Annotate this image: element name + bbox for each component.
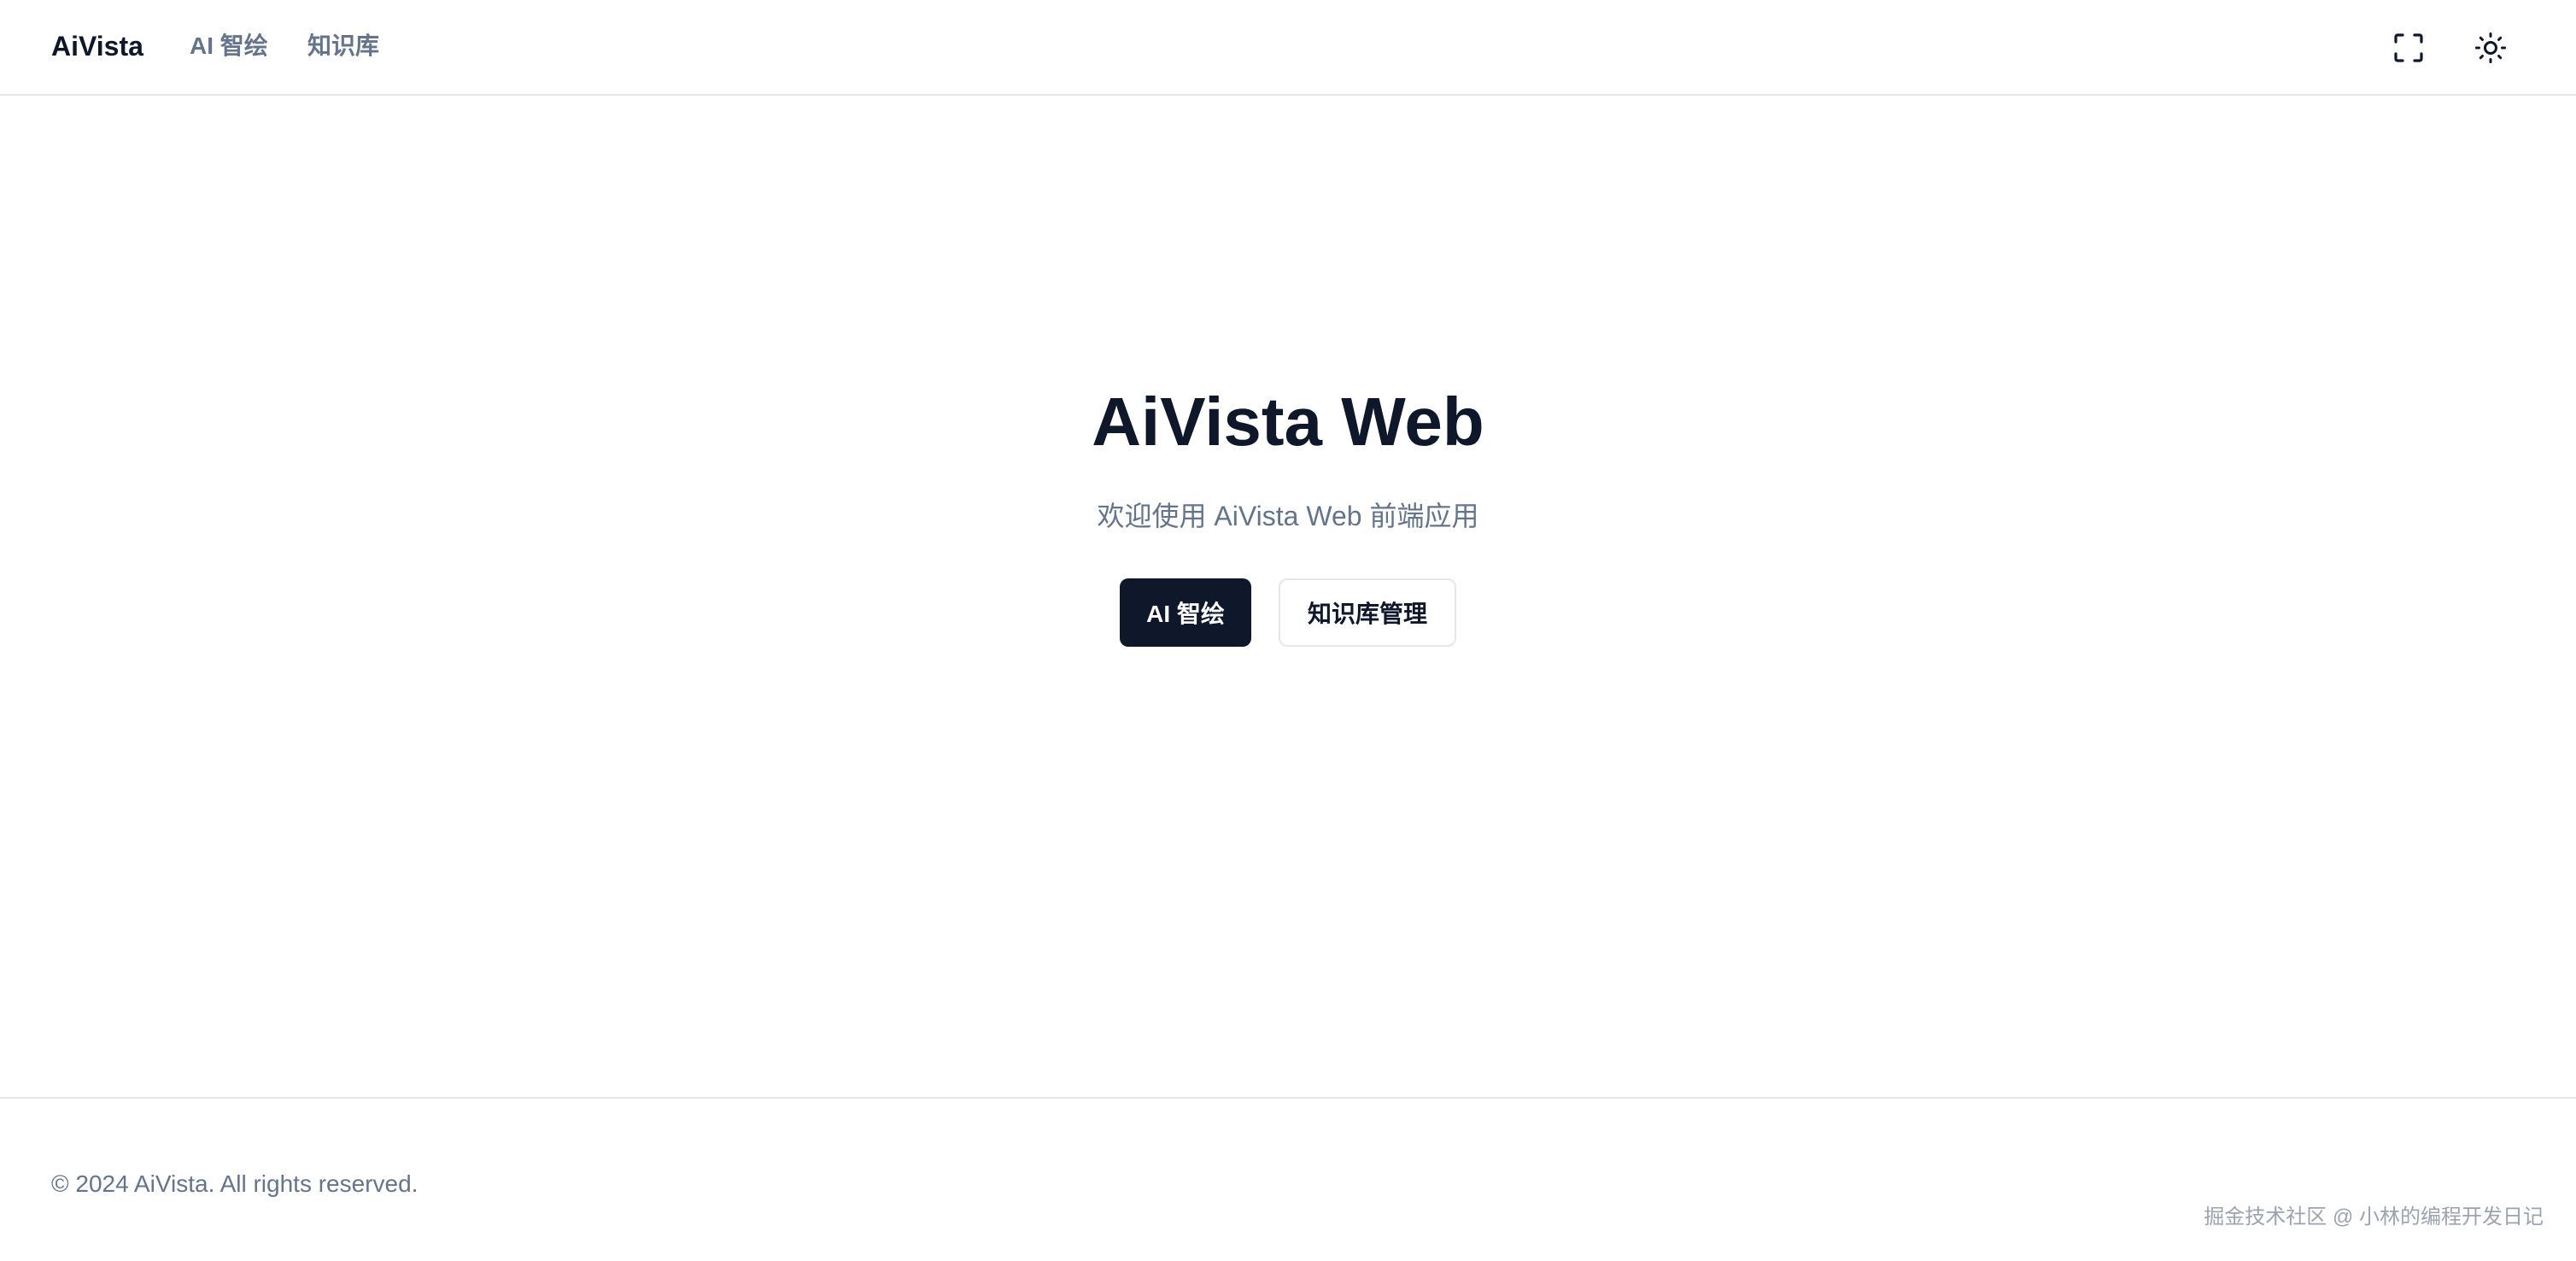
hero-title: AiVista Web <box>1092 384 1484 460</box>
copyright-text: © 2024 AiVista. All rights reserved. <box>51 1170 419 1197</box>
fullscreen-button[interactable] <box>2385 24 2433 72</box>
theme-toggle-button[interactable] <box>2467 24 2515 72</box>
sun-icon <box>2475 32 2506 63</box>
fullscreen-icon <box>2394 33 2423 62</box>
page: AiVista AI 智绘 知识库 AiVista Web 欢迎使用 AiVis… <box>0 0 2576 1261</box>
brand-logo[interactable]: AiVista <box>51 27 143 65</box>
watermark-text: 掘金技术社区 @ 小林的编程开发日记 <box>2204 1205 2544 1229</box>
knowledge-base-manage-button[interactable]: 知识库管理 <box>1279 578 1456 647</box>
footer: © 2024 AiVista. All rights reserved. 掘金技… <box>0 1097 2576 1261</box>
nav-link-ai-draw[interactable]: AI 智绘 <box>190 29 268 63</box>
nav-link-knowledge-base[interactable]: 知识库 <box>307 29 379 63</box>
top-navbar: AiVista AI 智绘 知识库 <box>0 0 2576 96</box>
ai-draw-button[interactable]: AI 智绘 <box>1120 578 1251 647</box>
hero-subtitle: 欢迎使用 AiVista Web 前端应用 <box>1097 501 1479 531</box>
